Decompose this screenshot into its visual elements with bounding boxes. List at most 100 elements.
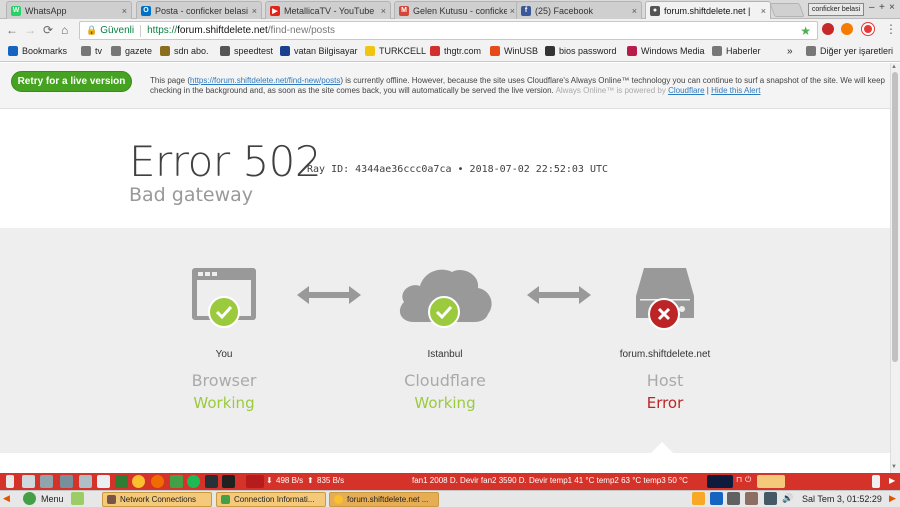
scroll-up-icon[interactable]: ▲ <box>891 64 897 70</box>
lock-icon: 🔒 <box>86 25 98 35</box>
scroll-down-icon[interactable]: ▼ <box>891 464 897 470</box>
sdn-icon <box>160 46 170 56</box>
launcher-icon[interactable] <box>115 475 128 488</box>
new-tab-button[interactable] <box>769 3 805 17</box>
maximize-icon[interactable]: + <box>879 2 885 13</box>
alert-page-link[interactable]: https://forum.shiftdelete.net/find-new/p… <box>190 76 340 85</box>
panel-arrow-icon[interactable]: ▶ <box>889 476 895 485</box>
bookmark-item[interactable]: thgtr.com <box>430 46 481 56</box>
tab-strip: W WhatsApp × O Posta - conficker belasi × ▶ Met… <box>0 0 900 19</box>
lock-screen-icon[interactable]: ⊓ <box>736 475 742 484</box>
task-network-connections[interactable]: Network Connections <box>102 492 212 507</box>
hide-alert-link[interactable]: Hide this Alert <box>711 86 760 95</box>
extension-shield-icon[interactable] <box>822 23 834 35</box>
tab-close-icon[interactable]: × <box>510 6 515 16</box>
chrome-task-icon[interactable] <box>757 475 785 488</box>
bookmark-item[interactable]: bios password <box>545 46 617 56</box>
menu-button[interactable]: Menu <box>41 494 64 504</box>
volume-icon[interactable]: 🔊 <box>782 493 793 504</box>
cloudflare-icon: ● <box>650 5 660 16</box>
tab-close-icon[interactable]: × <box>122 6 127 16</box>
launcher-icon[interactable] <box>40 475 53 488</box>
folder-icon <box>111 46 121 56</box>
chrome-menu-icon[interactable]: ⋮ <box>885 22 897 36</box>
tab-close-icon[interactable]: × <box>381 6 386 16</box>
bookmark-item[interactable]: Diğer yer işaretleri <box>806 46 893 56</box>
tray-icon[interactable] <box>745 492 758 505</box>
tray-icon[interactable] <box>692 492 705 505</box>
bookmark-label: thgtr.com <box>444 46 482 56</box>
panel-end-icon <box>872 475 880 488</box>
extension-orange-icon[interactable] <box>841 23 853 35</box>
bookmark-item[interactable]: Bookmarks <box>8 46 67 56</box>
show-desktop-icon[interactable] <box>71 492 84 505</box>
profile-button[interactable]: conficker belasi <box>808 3 864 16</box>
panel-left-arrow-icon[interactable]: ◀ <box>3 493 10 504</box>
browser-tab[interactable]: f (25) Facebook × <box>516 1 642 19</box>
back-icon[interactable]: ← <box>6 23 18 37</box>
close-window-icon[interactable]: × <box>889 2 895 13</box>
scrollbar-thumb[interactable] <box>892 72 898 362</box>
bookmark-item[interactable]: TURKCELL <box>365 46 426 56</box>
network-info-icon <box>221 495 230 504</box>
bookmark-star-icon[interactable]: ★ <box>800 24 811 38</box>
bookmark-item[interactable]: gazete <box>111 46 152 56</box>
task-label: forum.shiftdelete.net ... <box>347 495 429 504</box>
bookmarks-overflow-icon[interactable]: » <box>787 46 793 57</box>
bookmark-label: WinUSB <box>504 46 539 56</box>
power-icon[interactable]: ⏻ <box>745 475 751 485</box>
address-bar[interactable]: 🔒 Güvenli https:// forum.shiftdelete.net… <box>79 21 818 40</box>
retry-live-button[interactable]: Retry for a live version <box>11 71 132 92</box>
menu-icon[interactable] <box>23 492 36 505</box>
task-chrome-window[interactable]: forum.shiftdelete.net ... <box>329 492 439 507</box>
forward-icon[interactable]: → <box>24 23 36 37</box>
launcher-icon[interactable] <box>79 475 92 488</box>
launcher-icon[interactable] <box>170 475 183 488</box>
tab-close-icon[interactable]: × <box>632 6 637 16</box>
alert-text-start: This page ( <box>150 76 191 85</box>
task-label: Connection Informati... <box>234 495 315 504</box>
bookmark-item[interactable]: speedtest <box>220 46 273 56</box>
network-tray-icon[interactable] <box>764 492 777 505</box>
calculator-icon[interactable] <box>97 475 110 488</box>
terminal-launcher-icon[interactable] <box>222 475 235 488</box>
minimize-icon[interactable]: – <box>869 2 875 13</box>
bookmark-item[interactable]: Haberler <box>712 46 761 56</box>
task-connection-info[interactable]: Connection Informati... <box>216 492 326 507</box>
tab-label: Posta - conficker belasi <box>155 5 249 16</box>
tray-icon[interactable] <box>727 492 740 505</box>
browser-tab[interactable]: ● forum.shiftdelete.net | × <box>645 1 771 19</box>
browser-tab[interactable]: M Gelen Kutusu - conficke × <box>394 1 520 19</box>
extension-record-icon[interactable] <box>862 23 874 35</box>
url-host: forum.shiftdelete.net <box>177 25 268 36</box>
alert-divider: | <box>706 86 709 95</box>
panel-right-arrow-icon[interactable]: ▶ <box>889 493 896 504</box>
bookmark-item[interactable]: vatan Bilgisayar <box>280 46 358 56</box>
sensors-readout: fan1 2008 D. Devir fan2 3590 D. Devir te… <box>412 476 688 485</box>
host-error-icon <box>648 298 680 330</box>
tab-close-icon[interactable]: × <box>252 6 257 16</box>
tray-icon[interactable] <box>710 492 723 505</box>
secure-label: Güvenli <box>100 25 135 36</box>
chrome-launcher-icon[interactable] <box>132 475 145 488</box>
browser-tab[interactable]: O Posta - conficker belasi × <box>136 1 262 19</box>
launcher-icon[interactable] <box>205 475 218 488</box>
cloudflare-link[interactable]: Cloudflare <box>668 86 704 95</box>
clock[interactable]: Sal Tem 3, 01:52:29 <box>802 494 882 504</box>
firefox-launcher-icon[interactable] <box>151 475 164 488</box>
node-location: Istanbul <box>427 349 463 360</box>
launcher-icon[interactable] <box>22 475 35 488</box>
reload-icon[interactable]: ⟳ <box>43 23 53 37</box>
browser-tab[interactable]: W WhatsApp × <box>6 1 132 19</box>
bookmark-item[interactable]: WinUSB <box>490 46 538 56</box>
bookmark-item[interactable]: Windows Media <box>627 46 705 56</box>
home-icon[interactable]: ⌂ <box>61 23 68 37</box>
tab-close-icon[interactable]: × <box>761 6 766 16</box>
always-online-alert: Retry for a live version This page (http… <box>0 63 890 109</box>
launcher-icon[interactable] <box>60 475 73 488</box>
bookmark-item[interactable]: sdn abo. <box>160 46 209 56</box>
bookmark-item[interactable]: tv <box>81 46 102 56</box>
spotify-launcher-icon[interactable] <box>187 475 200 488</box>
bookmark-label: TURKCELL <box>379 46 427 56</box>
browser-tab[interactable]: ▶ MetallicaTV - YouTube × <box>265 1 391 19</box>
